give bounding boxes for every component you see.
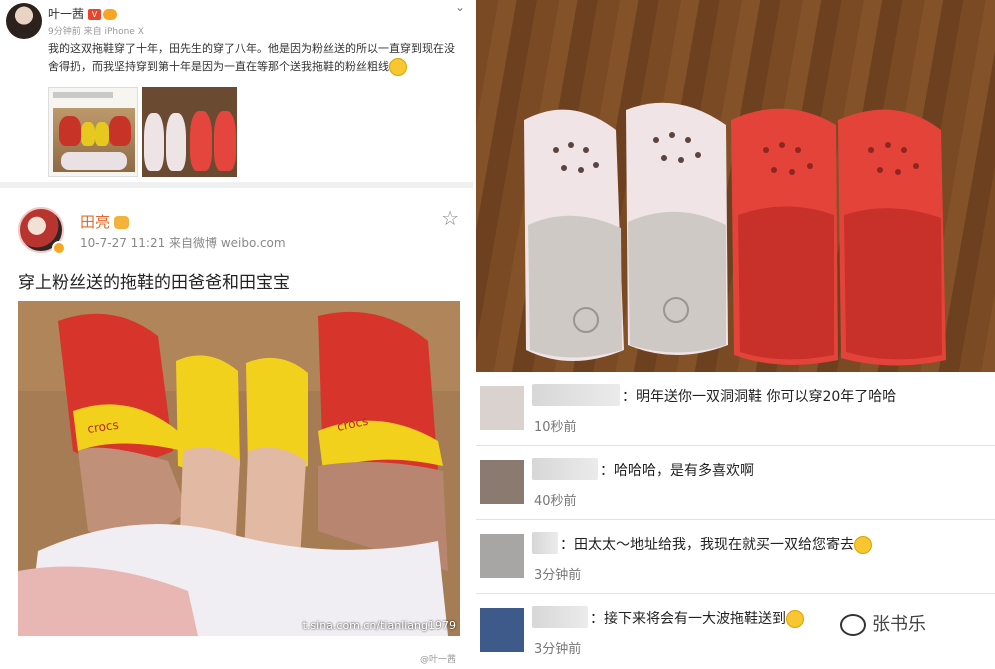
clog-inner-icon [528,215,622,358]
crocs-family-photo: crocs crocs [18,301,460,636]
red-clog-icon [214,111,236,171]
shy-emoji-icon [854,536,872,554]
comment-time: 40秒前 [534,494,577,509]
comment-item[interactable]: ：哈哈哈，是有多喜欢啊 40秒前 [476,446,995,520]
avatar[interactable] [480,608,524,652]
image-watermark: t.sina.com.cn/tianliang1979 [302,619,456,632]
author-label[interactable]: 田亮 [80,213,110,231]
clogs-on-floor [524,102,946,366]
weibo-post-1: 叶一茜 V 9分钟前 来自 iPhone X ⌄ 我的这双拖鞋穿了十年，田先生的穿… [0,0,473,188]
baby-skirt-icon [61,152,127,170]
verified-badge-icon [52,241,66,255]
blurred-username [532,532,558,554]
post-image-thumbnail[interactable] [142,87,237,177]
comment-text: ：哈哈哈，是有多喜欢啊 [600,463,754,479]
laugh-emoji-icon [389,58,407,76]
clog-inner-icon [738,206,834,360]
thumbnail-photo [53,108,135,172]
comment-time: 3分钟前 [534,642,582,657]
author-label[interactable]: 叶一茜 [48,7,84,21]
comment-text-body: ：田太太～地址给我，我现在就买一双给您寄去 [560,537,854,553]
post-meta: 10-7-27 11:21 来自微博 weibo.com [80,236,286,250]
smile-emoji-icon [786,610,804,628]
comment-time: 10秒前 [534,420,577,435]
author-name[interactable]: 叶一茜 V [48,5,118,22]
comment-text: ：明年送你一双洞洞鞋 你可以穿20年了哈哈 [622,389,897,405]
thumbnail-header [53,92,113,98]
comment-text: ：接下来将会有一大波拖鞋送到 [590,608,804,628]
wechat-name: 张书乐 [872,614,926,635]
post-text: 穿上粉丝送的拖鞋的田爸爸和田宝宝 [18,273,290,293]
comment-item[interactable]: ：明年送你一双洞洞鞋 你可以穿20年了哈哈 10秒前 [476,372,995,446]
vip-icon [114,216,130,229]
vip-icon [103,9,118,20]
comment-text-body: ：接下来将会有一大波拖鞋送到 [590,611,786,627]
comment-time: 3分钟前 [534,568,582,583]
comment-item[interactable]: ：田太太～地址给我，我现在就买一双给您寄去 3分钟前 [476,520,995,594]
white-clog-icon [166,113,186,171]
clogs-photo[interactable] [476,0,995,372]
red-clog-icon [109,116,131,146]
yellow-clog-icon [95,122,109,146]
white-clog-icon [144,113,164,171]
clog-inner-icon [844,208,942,360]
avatar[interactable] [480,534,524,578]
clog-inner-icon [628,211,726,353]
avatar[interactable] [6,3,42,39]
post-photo[interactable]: crocs crocs t.sina.com.cn/tianliang1979 [18,301,460,636]
wechat-watermark: 张书乐 [840,610,926,636]
post-image-thumbnail[interactable] [48,87,138,177]
bottom-watermark: @叶一茜 [420,655,457,665]
chevron-down-icon[interactable]: ⌄ [455,0,465,14]
wechat-logo-icon [840,614,866,636]
author-name[interactable]: 田亮 [80,211,130,232]
red-clog-icon [190,111,212,171]
blurred-username [532,606,588,628]
verified-icon: V [88,9,102,20]
avatar[interactable] [480,460,524,504]
avatar[interactable] [480,386,524,430]
yellow-clog-icon [81,122,95,146]
comment-text: ：田太太～地址给我，我现在就买一双给您寄去 [560,534,872,554]
red-clog-icon [59,116,81,146]
post-meta: 9分钟前 来自 iPhone X [48,27,144,37]
star-icon[interactable]: ☆ [441,206,459,230]
blurred-username [532,384,620,406]
blurred-username [532,458,598,480]
weibo-post-2: 田亮 10-7-27 11:21 来自微博 weibo.com ☆ 穿上粉丝送的… [0,194,473,669]
post-text: 我的这双拖鞋穿了十年，田先生的穿了八年。他是因为粉丝送的所以一直穿到现在没舍得扔… [48,40,458,76]
